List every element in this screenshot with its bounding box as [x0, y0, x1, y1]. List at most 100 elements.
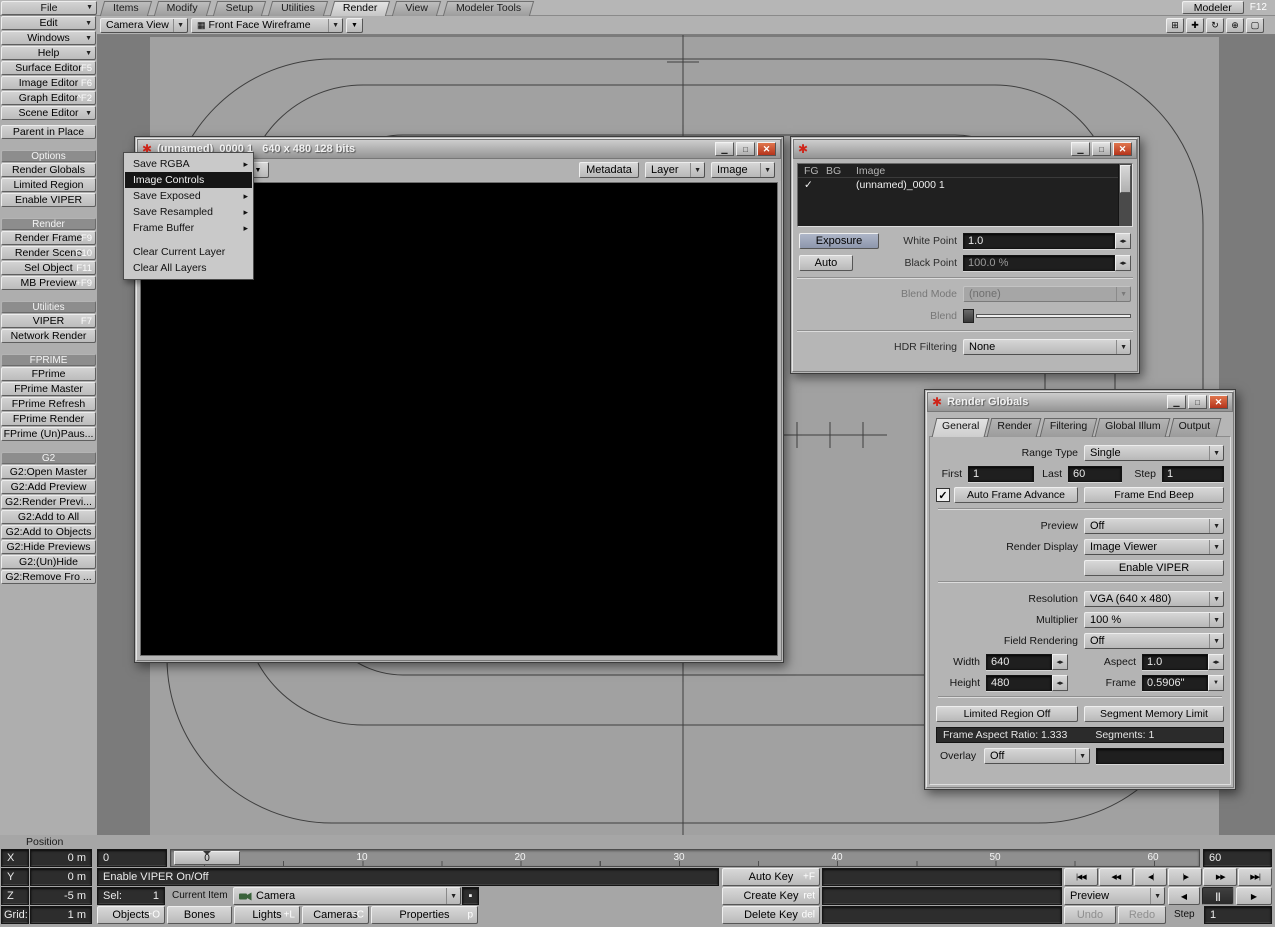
sidebar-item[interactable]: G2 ▼: [1, 452, 96, 464]
sidebar-item[interactable]: G2:Add to All ▼: [1, 510, 96, 524]
main-tab[interactable]: Render: [330, 0, 390, 16]
render-display-dropdown[interactable]: Image Viewer ▼: [1084, 539, 1224, 555]
context-menu-item[interactable]: Save Resampled ▸: [125, 204, 252, 220]
delete-key-button[interactable]: Delete Key del: [722, 906, 820, 924]
hdr-filtering-dropdown[interactable]: None ▼: [963, 339, 1131, 355]
sidebar-item[interactable]: Options ▼: [1, 150, 96, 162]
first-frame-field[interactable]: 1: [968, 466, 1034, 482]
maximize-button[interactable]: □: [736, 142, 755, 156]
image-controls-titlebar[interactable]: ✱ ▁ □ ✕: [793, 139, 1137, 159]
range-type-dropdown[interactable]: Single ▼: [1084, 445, 1224, 461]
render-globals-tab[interactable]: General: [933, 416, 988, 437]
properties-button[interactable]: Properties p: [371, 906, 478, 924]
lights-button[interactable]: Lights +L: [234, 906, 300, 924]
enable-viper-button[interactable]: Enable VIPER: [1084, 560, 1224, 576]
step-forward-button[interactable]: ▶: [1236, 887, 1272, 905]
sidebar-item[interactable]: Limited Region ▼: [1, 178, 96, 192]
preview-dropdown[interactable]: Preview ▼: [1064, 887, 1165, 905]
zoom-icon[interactable]: ⊕: [1226, 17, 1244, 33]
sidebar-item[interactable]: ▼: [1, 344, 96, 354]
main-tab[interactable]: Modify: [154, 0, 211, 16]
current-frame-field[interactable]: 0: [97, 849, 167, 867]
sidebar-item[interactable]: G2:Add to Objects ▼: [1, 525, 96, 539]
blend-slider-track[interactable]: [976, 314, 1131, 318]
frame-end-beep-button[interactable]: Frame End Beep: [1084, 487, 1224, 503]
minimize-button[interactable]: ▁: [715, 142, 734, 156]
step-back-button[interactable]: ◀: [1168, 887, 1200, 905]
context-menu-item[interactable]: ▸: [125, 236, 252, 244]
create-key-button[interactable]: Create Key ret: [722, 887, 820, 905]
exposure-button[interactable]: Exposure: [799, 233, 879, 249]
sidebar-item[interactable]: ▼: [1, 291, 96, 301]
objects-button[interactable]: Objects +O: [97, 906, 165, 924]
sidebar-item[interactable]: Render ▼: [1, 218, 96, 230]
context-menu-item[interactable]: Frame Buffer ▸: [125, 220, 252, 236]
playback-button[interactable]: |▶: [1168, 868, 1203, 886]
end-frame-field[interactable]: 60: [1203, 849, 1272, 867]
context-menu-item[interactable]: Clear All Layers ▸: [125, 260, 252, 276]
aspect-stepper[interactable]: ◂▸: [1208, 654, 1224, 670]
minimize-button[interactable]: ▁: [1071, 142, 1090, 156]
maximize-button[interactable]: □: [1188, 395, 1207, 409]
minimize-button[interactable]: ▁: [1167, 395, 1186, 409]
playback-button[interactable]: |◀◀: [1064, 868, 1098, 886]
multiplier-dropdown[interactable]: 100 % ▼: [1084, 612, 1224, 628]
sidebar-item[interactable]: FPRIME ▼: [1, 354, 96, 366]
pause-button[interactable]: ||: [1202, 887, 1234, 905]
white-point-stepper[interactable]: ◂▸: [1115, 233, 1131, 249]
render-globals-titlebar[interactable]: ✱ Render Globals ▁ □ ✕: [927, 392, 1233, 412]
sidebar-item[interactable]: Render Globals ▼: [1, 163, 96, 177]
close-button[interactable]: ✕: [1113, 142, 1132, 156]
step-field[interactable]: 1: [1162, 466, 1224, 482]
preview-dropdown[interactable]: Off ▼: [1084, 518, 1224, 534]
render-globals-tab[interactable]: Output: [1170, 416, 1220, 437]
scrollbar[interactable]: [1118, 164, 1132, 226]
height-stepper[interactable]: ◂▸: [1052, 675, 1068, 691]
sidebar-item[interactable]: G2:(Un)Hide ▼: [1, 555, 96, 569]
sidebar-item[interactable]: FPrime Master ▼: [1, 382, 96, 396]
modeler-button[interactable]: Modeler: [1181, 1, 1244, 14]
scrollbar-thumb[interactable]: [1120, 165, 1131, 193]
main-tab[interactable]: Items: [100, 0, 152, 16]
sidebar-item[interactable]: ▼: [1, 208, 96, 218]
last-frame-field[interactable]: 60: [1068, 466, 1122, 482]
sidebar-item[interactable]: Scene Editor ▼: [1, 106, 96, 120]
main-tab[interactable]: Utilities: [268, 0, 328, 16]
segment-memory-button[interactable]: Segment Memory Limit: [1084, 706, 1224, 722]
sidebar-item[interactable]: Help ▼: [1, 46, 96, 60]
sidebar-item[interactable]: G2:Hide Previews ▼: [1, 540, 96, 554]
auto-key-button[interactable]: Auto Key +F: [722, 868, 820, 886]
sidebar-item[interactable]: G2:Render Previ... ▼: [1, 495, 96, 509]
render-globals-tab[interactable]: Global Illum: [1096, 416, 1169, 437]
white-point-field[interactable]: 1.0: [963, 233, 1115, 249]
main-tab[interactable]: Setup: [213, 0, 266, 16]
sidebar-item[interactable]: Image Editor F6 ▼: [1, 76, 96, 90]
sidebar-item[interactable]: MB Preview +F9 ▼: [1, 276, 96, 290]
blend-mode-dropdown[interactable]: (none) ▼: [963, 286, 1131, 302]
auto-frame-advance-button[interactable]: Auto Frame Advance: [954, 487, 1078, 503]
timeline-track[interactable]: 0 10 20 30 40 50 60 0: [170, 849, 1200, 867]
sidebar-item[interactable]: FPrime Refresh ▼: [1, 397, 96, 411]
context-menu-item[interactable]: Save RGBA ▸: [125, 156, 252, 172]
sidebar-item[interactable]: Render Frame F9 ▼: [1, 231, 96, 245]
overlay-dropdown[interactable]: Off ▼: [984, 748, 1090, 764]
sidebar-item[interactable]: Enable VIPER ▼: [1, 193, 96, 207]
grid-icon[interactable]: ⊞: [1166, 17, 1184, 33]
black-point-field[interactable]: 100.0 %: [963, 255, 1115, 271]
sidebar-item[interactable]: G2:Remove Fro ... ▼: [1, 570, 96, 584]
context-menu-item[interactable]: Clear Current Layer ▸: [125, 244, 252, 260]
sidebar-item[interactable]: G2:Open Master ▼: [1, 465, 96, 479]
main-tab[interactable]: View: [392, 0, 441, 16]
render-globals-tab[interactable]: Filtering: [1041, 416, 1096, 437]
blend-slider-handle[interactable]: [963, 309, 974, 323]
sidebar-item[interactable]: VIPER F7 ▼: [1, 314, 96, 328]
context-menu-item[interactable]: Image Controls ▸: [125, 172, 252, 188]
frame-size-dropdown[interactable]: ▼: [1208, 675, 1224, 691]
sidebar-item[interactable]: Network Render ▼: [1, 329, 96, 343]
sidebar-item[interactable]: Parent in Place ▼: [1, 125, 96, 139]
rotate-icon[interactable]: ↻: [1206, 17, 1224, 33]
playback-button[interactable]: ▶▶|: [1238, 868, 1272, 886]
image-list-row[interactable]: ✓ (unnamed)_0000 1: [798, 178, 1118, 193]
current-item-dropdown[interactable]: Camera ▼: [233, 887, 461, 905]
viewport-options-dropdown[interactable]: ▼: [346, 17, 363, 33]
